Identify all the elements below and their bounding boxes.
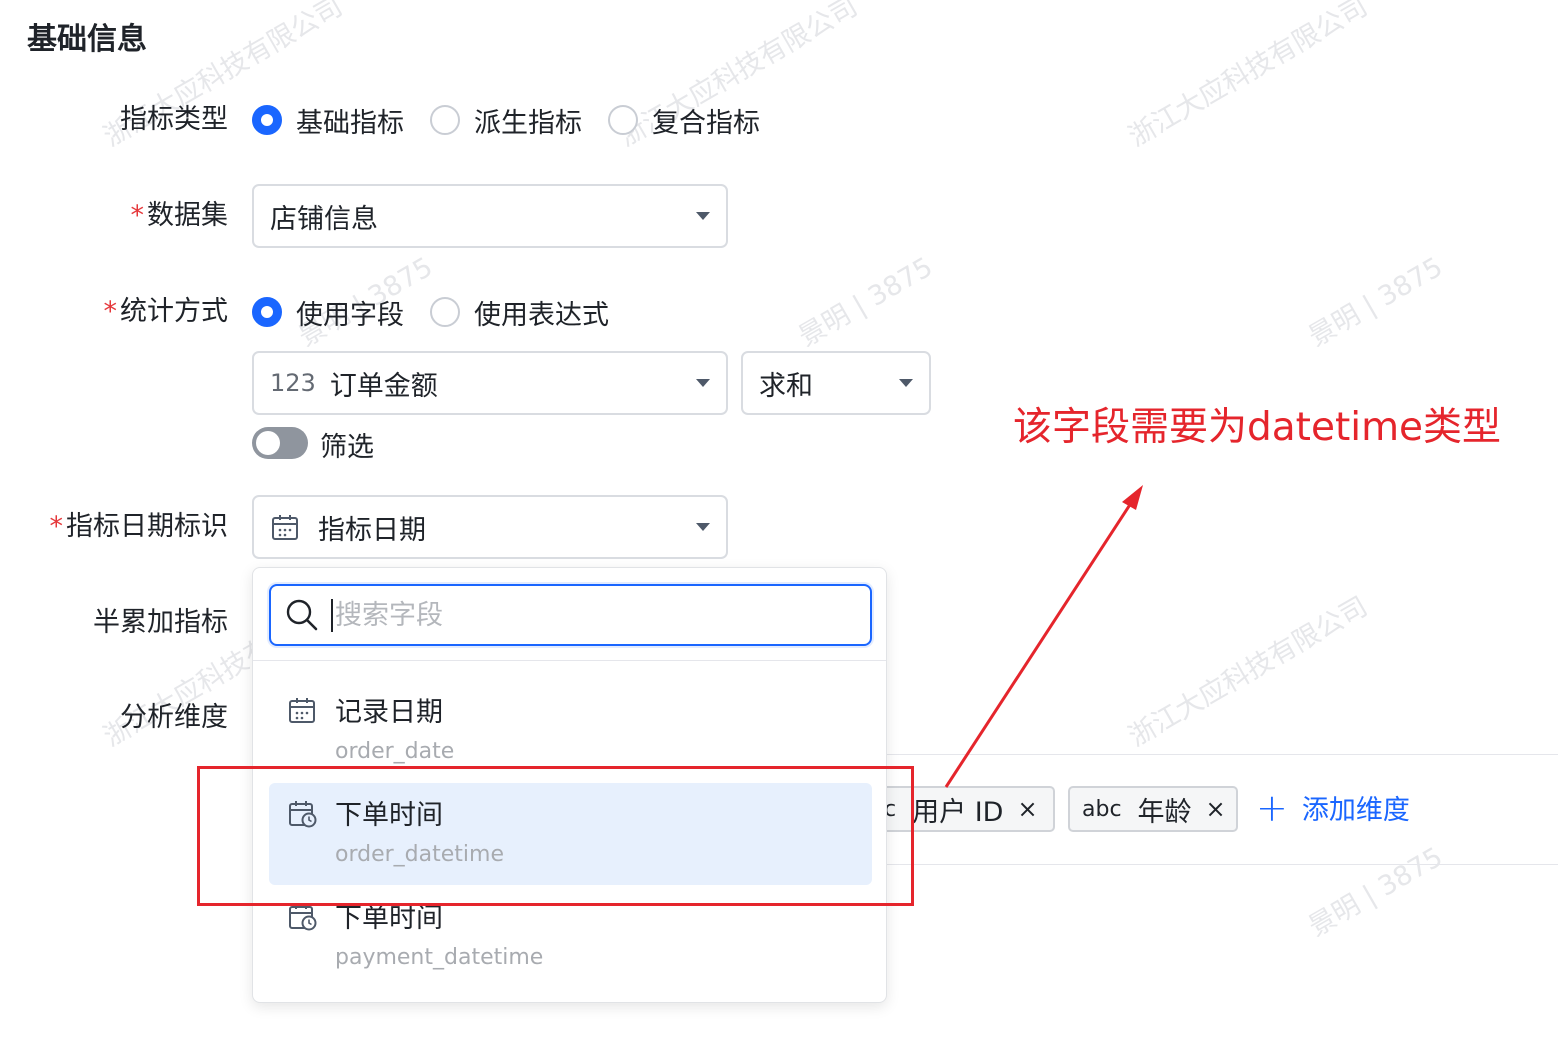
remove-chip-icon[interactable]: × [1017, 795, 1037, 823]
number-type-badge: 123 [270, 369, 316, 397]
annotation-note: 该字段需要为datetime类型 [1013, 405, 1502, 450]
calendar-icon [289, 697, 315, 723]
calendar-clock-icon [289, 903, 317, 930]
radio-use-field[interactable]: 使用字段 [252, 293, 404, 332]
dataset-label: * 数据集 [130, 200, 229, 231]
radio-unchecked-icon [430, 105, 460, 135]
dropdown-divider [253, 660, 886, 661]
filter-toggle[interactable] [252, 427, 308, 459]
watermark-company: 浙江大应科技有限公司 [1123, 591, 1373, 753]
remove-chip-icon[interactable]: × [1206, 795, 1226, 823]
filter-label: 筛选 [320, 432, 374, 463]
metric-type-radio-group: 基础指标 派生指标 复合指标 [252, 100, 786, 140]
field-search-box[interactable] [269, 584, 872, 646]
add-dimension-button[interactable]: + 添加维度 [1256, 788, 1410, 827]
stat-field-select[interactable]: 123 订单金额 [252, 351, 728, 415]
radio-derived-metric[interactable]: 派生指标 [430, 101, 582, 140]
field-search-input[interactable] [331, 598, 856, 632]
radio-unchecked-icon [608, 105, 638, 135]
watermark-user: 景明 | 3875 [1303, 841, 1449, 943]
caret-down-icon [696, 523, 710, 531]
field-option-order-date[interactable]: 记录日期 order_date [269, 680, 872, 782]
metric-type-label: 指标类型 [120, 104, 228, 135]
dataset-select[interactable]: 店铺信息 [252, 184, 728, 248]
dimension-chip-user-id[interactable]: c 用户 ID × [870, 786, 1055, 832]
dimensions-bottom-divider [887, 864, 1558, 865]
radio-checked-icon [252, 105, 282, 135]
watermark-company: 浙江大应科技有限公司 [1123, 0, 1373, 153]
watermark-user: 景明 | 3875 [793, 251, 939, 353]
aggregation-select[interactable]: 求和 [741, 351, 931, 415]
field-option-payment-datetime[interactable]: 下单时间 payment_datetime [269, 886, 872, 988]
radio-unchecked-icon [430, 297, 460, 327]
dimensions-label: 分析维度 [120, 702, 228, 733]
stat-method-radio-group: 使用字段 使用表达式 [252, 292, 635, 332]
radio-use-expression[interactable]: 使用表达式 [430, 293, 609, 332]
date-identifier-select[interactable]: 指标日期 [252, 495, 728, 559]
caret-down-icon [696, 379, 710, 387]
field-option-order-datetime[interactable]: 下单时间 order_datetime [269, 783, 872, 885]
calendar-icon [272, 515, 298, 540]
caret-down-icon [899, 379, 913, 387]
radio-composite-metric[interactable]: 复合指标 [608, 101, 760, 140]
semi-additive-label: 半累加指标 [93, 607, 228, 638]
stat-method-label: * 统计方式 [103, 296, 229, 327]
section-title: 基础信息 [27, 22, 147, 57]
plus-icon: + [1256, 785, 1288, 830]
calendar-clock-icon [289, 800, 317, 827]
dimensions-top-divider [887, 754, 1558, 755]
caret-down-icon [696, 212, 710, 220]
field-dropdown: 记录日期 order_date 下单时间 order_datetime [252, 567, 887, 1003]
text-type-badge: abc [1082, 796, 1122, 822]
date-identifier-label: * 指标日期标识 [49, 511, 229, 542]
search-icon [286, 599, 318, 631]
radio-basic-metric[interactable]: 基础指标 [252, 101, 404, 140]
dimension-chip-age[interactable]: abc 年龄 × [1068, 786, 1238, 832]
toggle-knob [256, 431, 280, 455]
radio-checked-icon [252, 297, 282, 327]
watermark-user: 景明 | 3875 [1303, 251, 1449, 353]
